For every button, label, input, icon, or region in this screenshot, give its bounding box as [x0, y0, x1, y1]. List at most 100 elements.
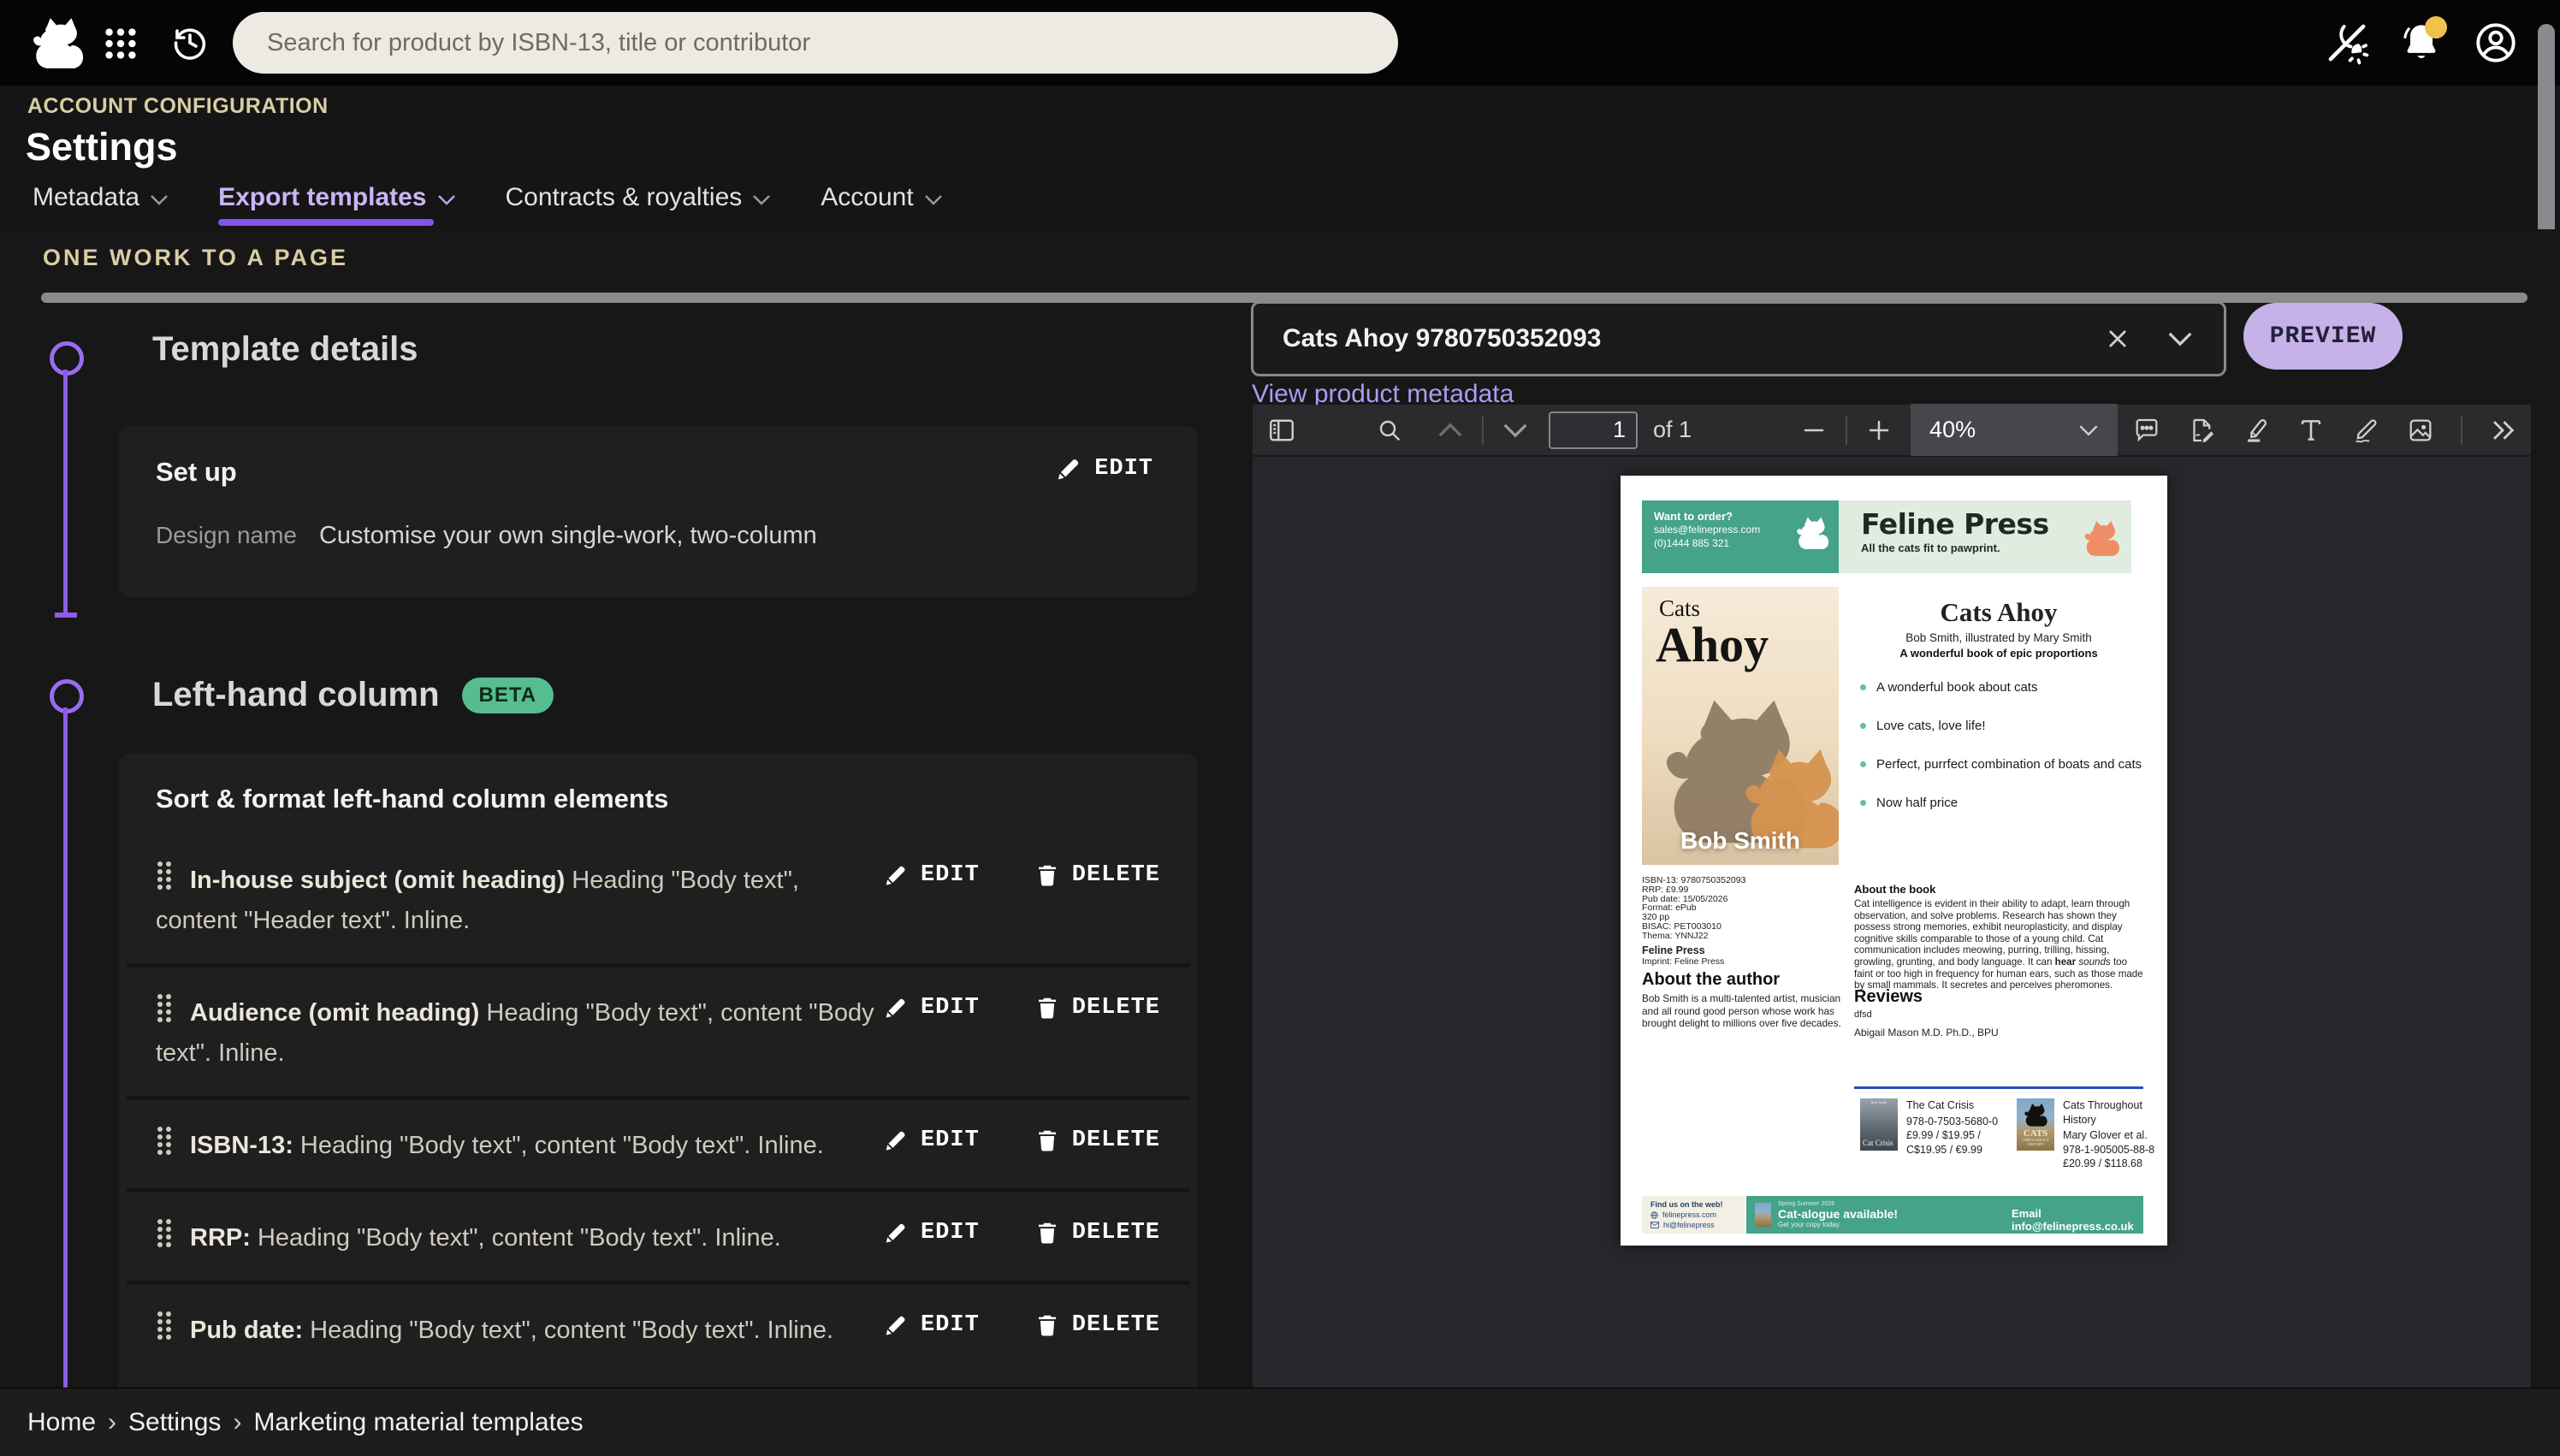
column-elements-list: In-house subject (omit heading) Heading … [118, 835, 1198, 1373]
delete-element-button[interactable]: DELETE [1034, 1128, 1160, 1153]
previous-page-icon[interactable] [1437, 423, 1463, 438]
element-name: Pub date: [190, 1317, 303, 1344]
breadcrumb-current: Marketing material templates [253, 1408, 583, 1437]
highlight-tool-icon[interactable] [2242, 416, 2271, 445]
pencil-icon [883, 1128, 909, 1153]
about-book-heading: About the book [1854, 883, 1935, 896]
zoom-level-value: 40% [1929, 417, 1976, 443]
delete-label: DELETE [1072, 1312, 1160, 1338]
chevron-down-icon [752, 194, 771, 205]
tab-contracts-royalties[interactable]: Contracts & royalties [506, 183, 772, 226]
breadcrumb-home[interactable]: Home [27, 1408, 96, 1437]
account-avatar-icon[interactable] [2473, 20, 2519, 66]
delete-element-button[interactable]: DELETE [1034, 1312, 1160, 1338]
preview-button[interactable]: PREVIEW [2243, 303, 2403, 370]
more-tools-icon[interactable] [2488, 417, 2517, 443]
chevron-down-icon [2078, 424, 2099, 436]
edit-element-button[interactable]: EDIT [883, 1220, 980, 1246]
edit-element-button[interactable]: EDIT [883, 1128, 980, 1153]
review-attribution: Abigail Mason M.D. Ph.D., BPU [1854, 1027, 1999, 1039]
edit-element-button[interactable]: EDIT [883, 1312, 980, 1338]
toolbar-separator [1482, 416, 1484, 445]
trash-icon [1034, 995, 1060, 1021]
pdf-viewer-canvas[interactable]: Want to order? sales@felinepress.com (0)… [1253, 457, 2531, 1388]
about-book-bold-word: hear [2055, 956, 2077, 968]
text-tool-icon[interactable] [2296, 416, 2326, 445]
drag-handle-icon[interactable] [156, 1126, 173, 1155]
related-isbn: 978-1-905005-88-8 [2063, 1143, 2157, 1157]
next-page-icon[interactable] [1502, 423, 1528, 438]
tab-metadata[interactable]: Metadata [33, 183, 169, 226]
footer-contact-email: Email info@felinepress.co.uk for more in… [2012, 1207, 2143, 1246]
selling-point: Love cats, love life! [1860, 718, 2142, 734]
topbar-right-icons [2324, 19, 2519, 67]
pdf-publisher-block: Feline Press All the cats fit to pawprin… [1839, 500, 2131, 573]
related-price: £20.99 / $118.68 [2063, 1157, 2157, 1171]
product-select-combobox[interactable]: Cats Ahoy 9780750352093 [1251, 301, 2226, 376]
zoom-out-icon[interactable] [1801, 417, 1827, 443]
tab-export-templates[interactable]: Export templates [218, 183, 455, 226]
app-logo-cat-icon[interactable] [29, 14, 86, 72]
page-title: Settings [26, 125, 178, 169]
related-isbn: 978-0-7503-5680-0 [1906, 1115, 1998, 1129]
breadcrumb-separator: › [233, 1408, 241, 1437]
trash-icon [1034, 1220, 1060, 1246]
setup-edit-button[interactable]: EDIT [1055, 455, 1153, 482]
sidebar-toggle-icon[interactable] [1266, 415, 1297, 446]
product-search-input[interactable] [233, 12, 1398, 74]
drag-handle-icon[interactable] [156, 993, 173, 1022]
zoom-in-icon[interactable] [1866, 417, 1892, 443]
cat-icon [2023, 1102, 2048, 1128]
element-name: ISBN-13: [190, 1132, 293, 1159]
elements-card-title: Sort & format left-hand column elements [156, 784, 668, 814]
zoom-level-select[interactable]: 40% [1911, 404, 2118, 456]
catalogue-season: Spring Summer 2026 [1778, 1201, 1898, 1207]
drag-handle-icon[interactable] [156, 861, 173, 890]
tab-account[interactable]: Account [821, 183, 942, 226]
review-quote: dfsd [1854, 1009, 1872, 1020]
page-number-input[interactable] [1549, 411, 1638, 449]
delete-element-button[interactable]: DELETE [1034, 862, 1160, 888]
drag-handle-icon[interactable] [156, 1218, 173, 1247]
delete-element-button[interactable]: DELETE [1034, 1220, 1160, 1246]
element-description: RRP: Heading "Body text", content "Body … [156, 1218, 883, 1258]
related-books-divider [1854, 1086, 2143, 1089]
notifications-bell[interactable] [2399, 20, 2444, 66]
footer-web-url: felinepress.com [1662, 1210, 1716, 1219]
element-actions: EDIT DELETE [883, 1218, 1160, 1246]
meta-publisher: Feline Press [1642, 944, 1745, 956]
comment-tool-icon[interactable] [2132, 416, 2161, 445]
clear-selection-icon[interactable] [2106, 327, 2130, 351]
setup-card-title: Set up [156, 457, 237, 488]
pdf-footer: Find us on the web! felinepress.com hi@f… [1642, 1196, 2143, 1234]
timeline-connector-cap [55, 613, 77, 618]
breadcrumb-settings[interactable]: Settings [128, 1408, 221, 1437]
breadcrumb-separator: › [108, 1408, 116, 1437]
edit-label: EDIT [921, 862, 980, 888]
edit-element-button[interactable]: EDIT [883, 995, 980, 1021]
draw-tool-icon[interactable] [2351, 416, 2380, 445]
image-tool-icon[interactable] [2406, 416, 2435, 445]
related-books-row: Bob Smith Cat Crisis The Cat Crisis 978-… [1860, 1098, 2157, 1171]
notification-badge-dot [2425, 16, 2447, 38]
edit-element-button[interactable]: EDIT [883, 862, 980, 888]
delete-element-button[interactable]: DELETE [1034, 995, 1160, 1021]
bullet-text: Love cats, love life! [1876, 718, 1986, 734]
signature-tool-icon[interactable] [2187, 416, 2216, 445]
breadcrumb-eyebrow: ACCOUNT CONFIGURATION [27, 94, 329, 119]
search-icon[interactable] [1376, 417, 1403, 444]
selling-points-list: A wonderful book about cats Love cats, l… [1860, 679, 2142, 833]
tab-label: Contracts & royalties [506, 183, 743, 212]
element-desc-text: Heading "Body text", content "Body text"… [303, 1317, 833, 1344]
history-icon[interactable] [169, 22, 210, 63]
delete-label: DELETE [1072, 862, 1160, 888]
chevron-down-icon[interactable] [2167, 331, 2193, 346]
cat-icon [1794, 514, 1830, 552]
design-name-label: Design name [156, 522, 297, 549]
theme-toggle-icon[interactable] [2324, 20, 2370, 66]
app-grid-menu-icon[interactable] [101, 24, 140, 63]
list-item: Pub date: Heading "Body text", content "… [118, 1285, 1198, 1373]
toolbar-separator [1846, 416, 1847, 445]
drag-handle-icon[interactable] [156, 1311, 173, 1340]
pencil-icon [883, 862, 909, 888]
